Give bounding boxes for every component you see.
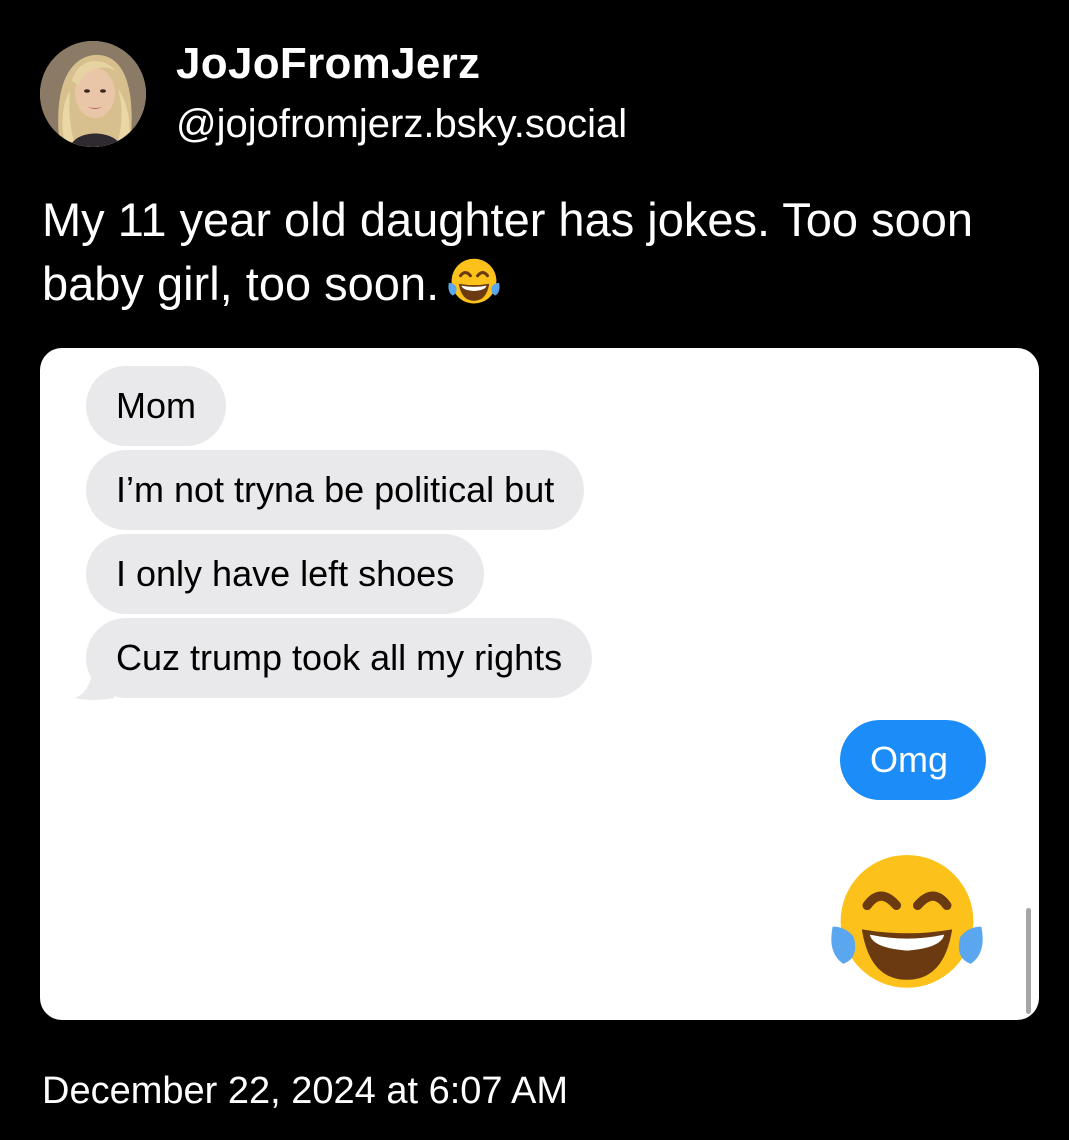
post-timestamp: December 22, 2024 at 6:07 AM (42, 1070, 568, 1112)
post-text: My 11 year old daughter has jokes. Too s… (42, 188, 1042, 324)
post-card: JoJoFromJerz @jojofromjerz.bsky.social M… (0, 0, 1069, 1140)
sent-message-bubble: Omg (840, 720, 987, 800)
author-handle[interactable]: @jojofromjerz.bsky.social (176, 100, 627, 148)
avatar[interactable] (40, 41, 146, 147)
received-message-bubble: I only have left shoes (86, 534, 485, 614)
scrollbar[interactable] (1026, 908, 1031, 1014)
attached-image[interactable]: Mom I’m not tryna be political but I onl… (40, 348, 1039, 1020)
author-display-name[interactable]: JoJoFromJerz (176, 38, 480, 90)
received-message-bubble: Cuz trump took all my rights (86, 618, 593, 698)
face-with-tears-of-joy-icon (822, 846, 992, 1007)
bubble-tail-icon (74, 664, 114, 700)
received-message-bubble: I’m not tryna be political but (86, 450, 585, 530)
face-with-tears-of-joy-icon (445, 256, 503, 324)
post-text-body: My 11 year old daughter has jokes. Too s… (42, 193, 974, 310)
received-message-bubble: Mom (86, 366, 226, 446)
